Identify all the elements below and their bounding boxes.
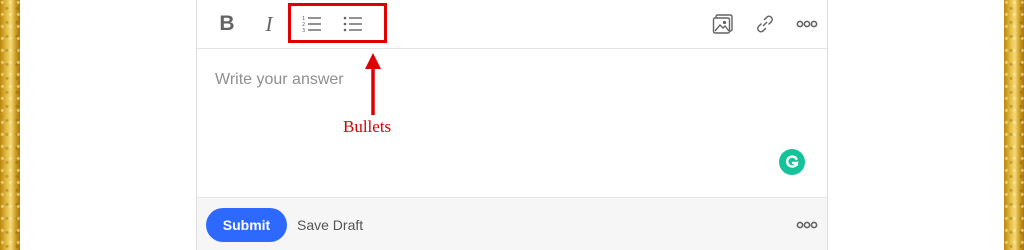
grammarly-button[interactable]: [779, 149, 805, 175]
link-icon: [757, 15, 773, 33]
submit-button[interactable]: Submit: [206, 208, 287, 242]
footer-more-options-button[interactable]: [791, 210, 823, 240]
answer-placeholder: Write your answer: [215, 71, 344, 88]
more-options-button[interactable]: [791, 8, 823, 40]
insert-link-button[interactable]: [749, 8, 781, 40]
grammarly-icon: [786, 155, 799, 168]
annotation-arrow: [365, 53, 381, 115]
answer-editor: B I 1 2 3 Write your answer Bullets Subm…: [196, 0, 828, 250]
gold-frame-left-texture: [0, 0, 20, 250]
gold-frame-right-texture: [1004, 0, 1024, 250]
bullets-highlight-box: [288, 3, 387, 43]
editor-toolbar: B I 1 2 3: [197, 0, 827, 49]
more-icon: [796, 221, 818, 229]
bold-button[interactable]: B: [211, 8, 243, 40]
editor-footer: Submit Save Draft: [197, 197, 827, 250]
insert-image-button[interactable]: [707, 8, 739, 40]
more-icon: [796, 20, 818, 28]
save-draft-button[interactable]: Save Draft: [297, 217, 363, 233]
answer-text-area[interactable]: Write your answer Bullets: [197, 49, 827, 197]
bullets-annotation-label: Bullets: [343, 117, 392, 136]
image-icon: [712, 14, 733, 34]
italic-button[interactable]: I: [253, 8, 285, 40]
